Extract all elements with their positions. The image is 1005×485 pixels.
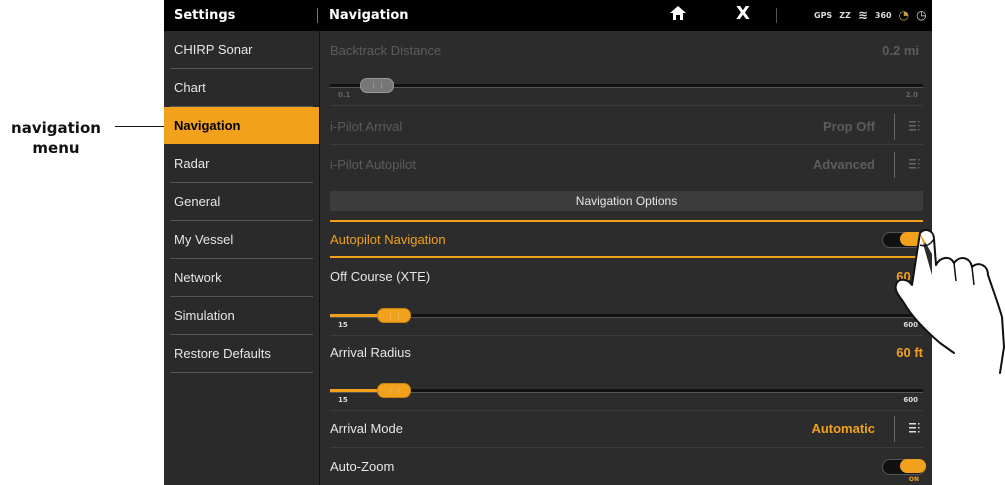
menu-icon xyxy=(909,121,920,131)
slider-max: 2.0 xyxy=(905,91,918,99)
sidebar-item-label: Navigation xyxy=(174,118,241,133)
ipilot-autopilot-label: i-Pilot Autopilot xyxy=(330,157,416,172)
zz-icon: ZZ xyxy=(839,10,851,20)
slider-max: 600 xyxy=(903,396,918,404)
toolbar-divider xyxy=(776,8,777,23)
sidebar-item-label: Network xyxy=(174,270,222,285)
off-course-slider[interactable]: 15 600 xyxy=(330,301,923,331)
sidebar-item-network[interactable]: Network xyxy=(170,259,313,297)
arrival-mode-menu-button[interactable] xyxy=(894,416,923,442)
slider-track xyxy=(330,84,923,88)
sidebar-item-chart[interactable]: Chart xyxy=(170,69,313,107)
top-bar: Settings Navigation X GPS ZZ ≋ 360 ◔ ◷ xyxy=(164,0,932,31)
arrival-mode-value: Automatic xyxy=(811,421,875,436)
page-title: Navigation xyxy=(329,8,409,23)
sidebar-item-simulation[interactable]: Simulation xyxy=(170,297,313,335)
section-header-navigation-options: Navigation Options xyxy=(330,191,923,211)
settings-title: Settings xyxy=(174,8,236,23)
close-icon[interactable]: X xyxy=(736,3,750,24)
ipilot-autopilot-value: Advanced xyxy=(812,157,875,172)
slider-thumb[interactable] xyxy=(359,78,394,93)
backtrack-distance-slider[interactable]: 0.1 2.0 xyxy=(330,71,923,101)
divider xyxy=(330,410,923,411)
divider xyxy=(330,105,923,106)
sidebar-item-label: Radar xyxy=(174,156,210,171)
ipilot-autopilot-menu-button[interactable] xyxy=(894,152,923,178)
chart-icon: ◔ xyxy=(898,8,910,22)
sidebar-item-chirp-sonar[interactable]: CHIRP Sonar xyxy=(170,31,313,69)
slider-min: 15 xyxy=(338,396,348,404)
divider xyxy=(330,144,923,145)
sidebar-item-label: Simulation xyxy=(174,308,235,323)
slider-thumb[interactable] xyxy=(376,308,411,323)
status-icons: GPS ZZ ≋ 360 ◔ ◷ xyxy=(814,8,927,22)
backtrack-distance-label: Backtrack Distance xyxy=(330,43,442,58)
sidebar-item-general[interactable]: General xyxy=(170,183,313,221)
menu-icon xyxy=(909,423,920,433)
autopilot-navigation-label: Autopilot Navigation xyxy=(330,232,446,247)
backtrack-distance-value: 0.2 mi xyxy=(882,43,919,58)
sidebar-item-label: CHIRP Sonar xyxy=(174,42,253,57)
off-course-label: Off Course (XTE) xyxy=(330,269,431,284)
menu-icon xyxy=(909,159,920,169)
toggle-knob xyxy=(900,459,926,473)
sidebar-item-navigation[interactable]: Navigation xyxy=(164,107,319,144)
slider-min: 15 xyxy=(338,321,348,329)
arrival-radius-slider[interactable]: 15 600 xyxy=(330,376,923,406)
ipilot-arrival-label: i-Pilot Arrival xyxy=(330,119,403,134)
slider-thumb[interactable] xyxy=(376,383,411,398)
selection-top-border xyxy=(330,220,923,222)
gps-icon: GPS xyxy=(814,10,833,20)
pointing-hand-icon xyxy=(894,229,1005,374)
arrival-radius-label: Arrival Radius xyxy=(330,345,411,360)
clock-icon: ◷ xyxy=(916,8,927,22)
divider xyxy=(330,335,923,336)
callout-pointer-line xyxy=(115,126,168,127)
title-divider xyxy=(317,8,318,23)
sonar-icon: ≋ xyxy=(857,8,868,22)
ipilot-arrival-value: Prop Off xyxy=(823,119,875,134)
callout-label: navigation menu xyxy=(0,118,112,158)
settings-sidebar: CHIRP Sonar Chart Navigation Radar Gener… xyxy=(164,31,319,485)
selection-bottom-border xyxy=(330,256,923,258)
slider-track xyxy=(330,389,923,393)
ipilot-arrival-menu-button[interactable] xyxy=(894,114,923,140)
sidebar-item-label: Chart xyxy=(174,80,206,95)
sidebar-item-radar[interactable]: Radar xyxy=(170,145,313,183)
sidebar-item-label: General xyxy=(174,194,221,209)
divider xyxy=(330,447,923,448)
auto-zoom-label: Auto-Zoom xyxy=(330,459,395,474)
auto-zoom-toggle[interactable]: ON xyxy=(882,459,926,483)
sidebar-item-my-vessel[interactable]: My Vessel xyxy=(170,221,313,259)
toggle-state-label: ON xyxy=(908,476,919,483)
slider-track xyxy=(330,314,923,318)
360-icon: 360 xyxy=(874,10,892,20)
navigation-settings-panel: Backtrack Distance 0.2 mi 0.1 2.0 i-Pilo… xyxy=(320,31,932,485)
sidebar-item-label: My Vessel xyxy=(174,232,234,247)
slider-min: 0.1 xyxy=(338,91,351,99)
arrival-mode-label: Arrival Mode xyxy=(330,421,403,436)
callout-line1: navigation xyxy=(11,119,101,137)
sidebar-item-label: Restore Defaults xyxy=(174,346,271,361)
home-icon[interactable] xyxy=(669,4,687,22)
sidebar-item-restore-defaults[interactable]: Restore Defaults xyxy=(170,335,313,373)
device-screen: Settings Navigation X GPS ZZ ≋ 360 ◔ ◷ C… xyxy=(164,0,932,485)
callout-line2: menu xyxy=(32,139,80,157)
